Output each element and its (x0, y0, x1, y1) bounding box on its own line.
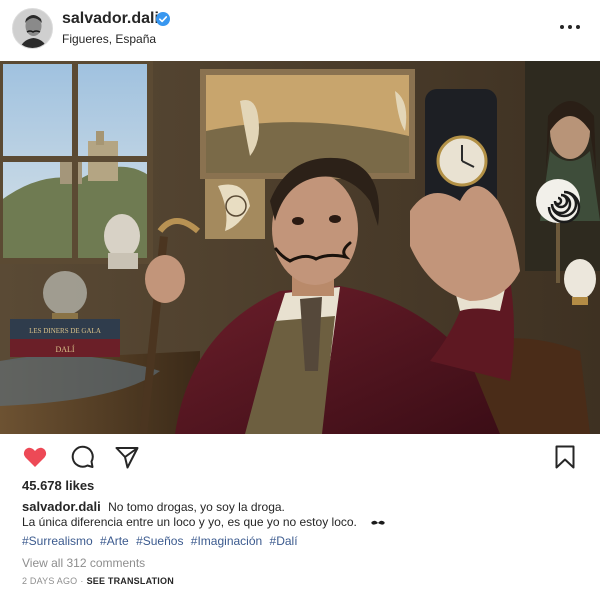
verified-badge-icon (156, 12, 170, 26)
comment-icon[interactable] (69, 444, 95, 470)
hashtag-link[interactable]: #Arte (100, 534, 129, 548)
post-username[interactable]: salvador.dali (62, 10, 159, 28)
avatar[interactable] (12, 8, 53, 49)
meta-separator: · (80, 576, 84, 586)
caption-text-line2: La única diferencia entre un loco y yo, … (22, 515, 357, 529)
hashtag-link[interactable]: #Surrealismo (22, 534, 93, 548)
bookmark-icon[interactable] (552, 444, 578, 470)
hashtag-link[interactable]: #Dalí (270, 534, 298, 548)
see-translation-link[interactable]: SEE TRANSLATION (87, 576, 174, 586)
more-options-icon[interactable] (560, 23, 582, 31)
action-bar (0, 434, 600, 478)
caption-line2: La única diferencia entre un loco y yo, … (22, 515, 386, 529)
caption-username[interactable]: salvador.dali (22, 499, 101, 514)
hashtag-link[interactable]: #Imaginación (191, 534, 262, 548)
caption: salvador.dali No tomo drogas, yo soy la … (22, 498, 592, 516)
post-header: salvador.dali Figueres, España (0, 0, 600, 60)
heart-icon[interactable] (22, 444, 48, 470)
hashtags: #Surrealismo #Arte #Sueños #Imaginación … (22, 534, 302, 548)
hashtag-link[interactable]: #Sueños (136, 534, 183, 548)
paper-plane-icon[interactable] (114, 444, 140, 470)
view-comments-link[interactable]: View all 312 comments (22, 556, 145, 570)
post-photo[interactable]: LES DINERS DE GALA DALÍ (0, 61, 600, 434)
caption-text-line1: No tomo drogas, yo soy la droga. (108, 500, 285, 514)
book-title-text: LES DINERS DE GALA (29, 327, 101, 335)
likes-count[interactable]: 45.678 likes (22, 478, 94, 493)
mustache-icon (371, 520, 385, 525)
book-author-text: DALÍ (55, 344, 74, 354)
post-location[interactable]: Figueres, España (62, 32, 156, 46)
post-meta: 2 DAYS AGO · SEE TRANSLATION (22, 576, 174, 586)
post-timestamp: 2 DAYS AGO (22, 576, 78, 586)
